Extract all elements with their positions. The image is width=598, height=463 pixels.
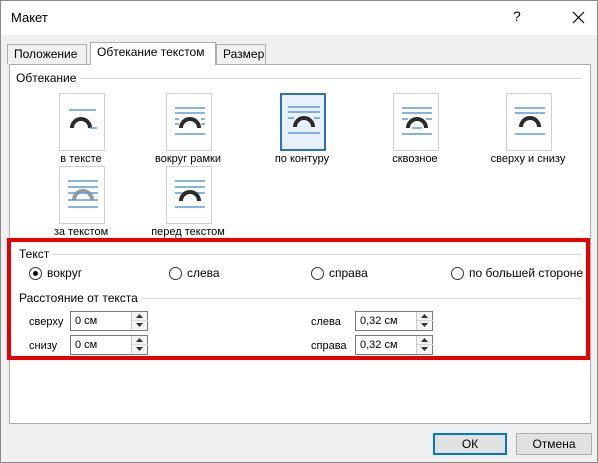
close-button[interactable] xyxy=(561,1,597,35)
cancel-button[interactable]: Отмена xyxy=(516,433,592,455)
wrap-through-icon[interactable] xyxy=(393,93,439,151)
wrap-top-bottom-icon[interactable] xyxy=(506,93,552,151)
help-button[interactable]: ? xyxy=(513,8,521,24)
wrap-option-label: сверху и снизу xyxy=(490,153,566,165)
ok-button[interactable]: ОК xyxy=(433,433,507,455)
tab-text-wrapping[interactable]: Обтекание текстом xyxy=(90,42,216,65)
title-bar: Макет ? xyxy=(1,1,597,35)
behind-text-icon[interactable] xyxy=(59,166,105,224)
wrap-option-label: за текстом xyxy=(53,226,109,238)
wrap-tight-icon[interactable] xyxy=(280,93,326,151)
layout-dialog: Макет ? Положение Обтекание текстом Разм… xyxy=(0,0,598,463)
wrap-option-label: сквозное xyxy=(392,153,438,165)
wrap-option-label: в тексте xyxy=(60,153,102,165)
wrapping-group-line xyxy=(18,78,582,79)
wrap-square-icon[interactable] xyxy=(166,93,212,151)
highlight-frame xyxy=(7,238,590,360)
tab-position[interactable]: Положение xyxy=(7,44,87,64)
wrap-option-label: по контуру xyxy=(274,153,330,165)
wrap-option-label: перед текстом xyxy=(151,226,225,238)
dialog-title: Макет xyxy=(11,10,48,25)
tab-size[interactable]: Размер xyxy=(216,44,266,64)
wrapping-group-label: Обтекание xyxy=(16,71,81,85)
in-front-of-text-icon[interactable] xyxy=(166,166,212,224)
close-icon xyxy=(572,11,585,24)
inline-with-text-icon[interactable] xyxy=(59,93,105,151)
wrap-option-label: вокруг рамки xyxy=(155,153,221,165)
